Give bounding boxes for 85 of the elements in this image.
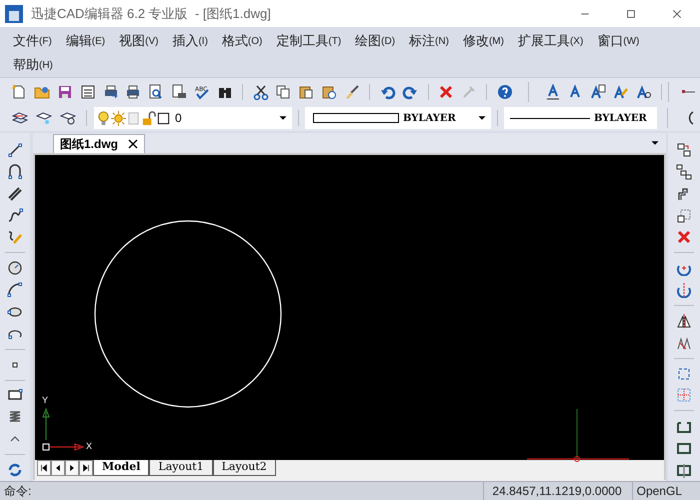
padlock-icon [141, 110, 156, 126]
linetype-combo[interactable]: BYLAYER [305, 107, 491, 129]
bulb-icon [96, 110, 111, 126]
letter-pencil-icon[interactable] [613, 84, 630, 100]
box-icon[interactable] [676, 440, 692, 456]
renderer-readout: OpenGL [632, 482, 686, 500]
lineweight-combo[interactable]: BYLAYER [504, 107, 657, 129]
x-axis-arrow [50, 443, 84, 451]
close-icon[interactable] [128, 139, 138, 149]
menu-item[interactable]: 窗口(W) [590, 29, 646, 53]
clipboard-clock-icon[interactable] [320, 84, 337, 100]
command-prompt: 命令: [4, 483, 32, 500]
circular-arrows-icon[interactable] [7, 462, 23, 478]
layer-magnifier-icon[interactable] [60, 110, 76, 126]
layers-icon[interactable] [12, 110, 28, 126]
menu-item[interactable]: 视图(V) [112, 29, 166, 53]
arc-icon[interactable] [7, 282, 23, 298]
new-file-icon[interactable] [11, 84, 28, 100]
polyline-icon[interactable] [7, 164, 23, 180]
origin-square [42, 444, 50, 450]
layer-combo[interactable]: 0 [94, 107, 292, 129]
cross-icon[interactable] [438, 84, 454, 100]
layout-tab[interactable]: Model [93, 459, 150, 476]
letter-page-icon[interactable] [590, 84, 606, 100]
scissors-icon[interactable] [252, 84, 269, 100]
window-title: 迅捷CAD编辑器 6.2 专业版 - [图纸1.dwg] [31, 4, 271, 23]
circle-icon[interactable] [7, 260, 23, 276]
menu-item[interactable]: 修改(M) [456, 29, 511, 53]
menu-item[interactable]: 插入(I) [165, 29, 215, 53]
undo-icon[interactable] [380, 84, 396, 100]
printer-icon[interactable] [125, 84, 142, 100]
drawing-canvas[interactable]: Y X [33, 153, 666, 460]
sun-icon [111, 110, 126, 126]
maximize-icon [625, 8, 637, 20]
rotate-axis-icon[interactable] [676, 282, 692, 298]
menu-item[interactable]: 文件(F) [6, 29, 59, 53]
coordinates-readout: 24.8457,11.1219,0.0000 [483, 482, 632, 500]
crosshair-center [574, 456, 580, 462]
mirror-icon[interactable] [676, 312, 692, 329]
app-logo-icon [5, 4, 23, 22]
menu-item[interactable]: 扩展工具(X) [510, 29, 590, 53]
save-icon[interactable] [57, 84, 74, 100]
menu-item[interactable]: 编辑(E) [58, 29, 112, 53]
spline-icon[interactable] [7, 208, 23, 224]
last-icon[interactable] [81, 463, 91, 473]
letter-underlined-icon[interactable] [544, 84, 561, 100]
menu-item[interactable]: 标注(N) [402, 29, 456, 53]
page-printer-icon[interactable] [171, 84, 188, 100]
color-square-icon [156, 110, 171, 126]
cross-icon[interactable] [676, 229, 692, 246]
line-icon[interactable] [7, 142, 23, 158]
y-axis-arrow [42, 408, 50, 440]
selection-square-icon[interactable] [676, 366, 692, 382]
axis-label: X [86, 442, 92, 451]
layer-star-icon[interactable] [36, 110, 52, 126]
selection-grid-icon[interactable] [676, 387, 692, 404]
menu-item[interactable]: 帮助(H) [6, 53, 60, 77]
lineweight-value: BYLAYER [594, 112, 647, 126]
copy-icon[interactable] [275, 84, 292, 100]
layer-name: 0 [175, 110, 182, 127]
document-tab[interactable]: 图纸1.dwg [53, 134, 146, 153]
menu-item[interactable]: 定制工具(T) [269, 29, 348, 53]
document-grid-icon[interactable] [80, 84, 96, 100]
menu-item[interactable]: 绘图(D) [348, 29, 402, 53]
dashed-squares-icon[interactable] [676, 208, 692, 224]
copy-squares-icon[interactable] [676, 142, 692, 158]
linetype-value: BYLAYER [403, 112, 456, 126]
axis-label: Y [42, 396, 48, 405]
first-icon[interactable] [39, 463, 49, 473]
curve-pencil-icon[interactable] [7, 229, 23, 246]
redo-icon[interactable] [402, 84, 418, 100]
split-box-icon[interactable] [676, 462, 692, 478]
letter-magnifier-icon[interactable] [636, 84, 652, 100]
magnifier-page-icon[interactable] [148, 84, 164, 100]
menu-item[interactable]: 格式(O) [214, 29, 270, 53]
double-line-icon[interactable] [7, 186, 23, 202]
copy-multiple-icon[interactable] [676, 164, 692, 180]
help-icon[interactable] [496, 84, 513, 100]
frozen-sheet-icon [126, 110, 141, 126]
printer-arrow-icon[interactable] [102, 84, 119, 100]
clipboard-icon[interactable] [298, 84, 314, 100]
layout-tab[interactable]: Layout2 [212, 459, 276, 476]
close-icon [671, 8, 683, 20]
layout-tab[interactable]: Layout1 [149, 459, 213, 476]
brush-icon[interactable] [344, 84, 360, 100]
